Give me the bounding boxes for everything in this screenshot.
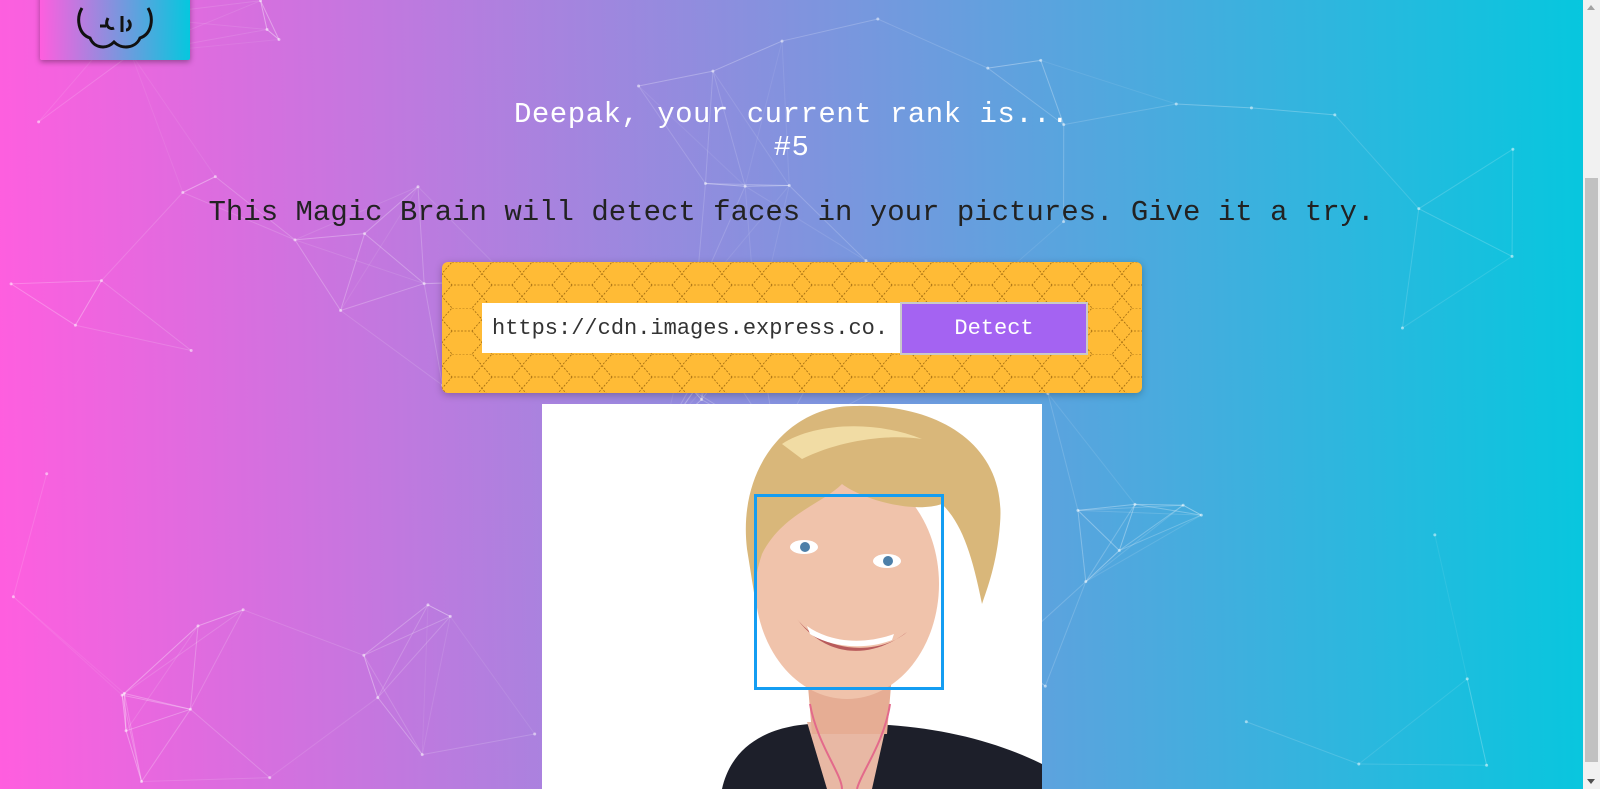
image-link-form: Detect — [442, 262, 1142, 393]
scroll-down-icon[interactable] — [1587, 779, 1595, 784]
intro-text: This Magic Brain will detect faces in yo… — [208, 196, 1375, 229]
scrollbar-thumb[interactable] — [1585, 178, 1598, 762]
rank-message: Deepak, your current rank is... — [514, 98, 1069, 131]
vertical-scrollbar[interactable] — [1583, 0, 1600, 789]
detect-button[interactable]: Detect — [900, 302, 1088, 355]
input-image — [542, 404, 1042, 789]
scroll-up-icon[interactable] — [1587, 5, 1595, 10]
brain-icon — [77, 7, 153, 49]
image-url-input[interactable] — [482, 303, 900, 353]
logo-tile[interactable] — [40, 0, 190, 60]
rank-value: #5 — [773, 131, 810, 164]
face-bounding-box — [754, 494, 944, 690]
